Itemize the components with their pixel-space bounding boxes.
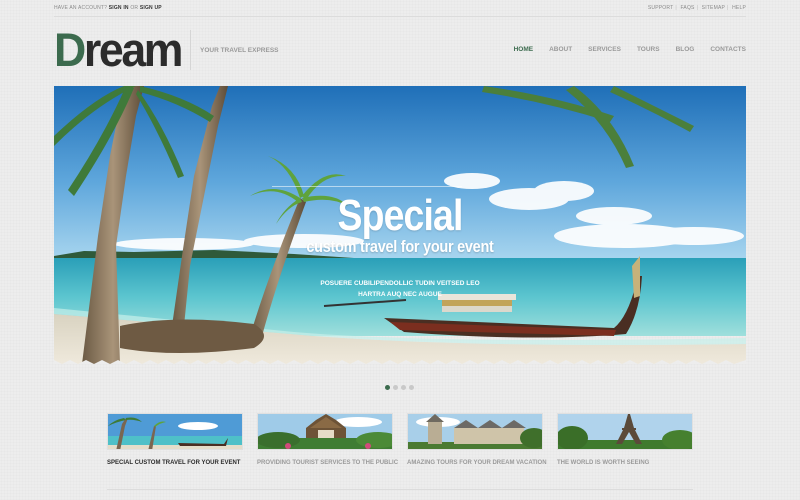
separator: | xyxy=(675,5,677,11)
site-tagline: Your Travel Express xyxy=(200,47,279,54)
nav-tours[interactable]: Tours xyxy=(637,46,660,53)
nav-services[interactable]: Services xyxy=(588,46,621,53)
hero-caption: Special custom travel for your event Pos… xyxy=(54,86,746,364)
sitemap-link[interactable]: Sitemap xyxy=(702,5,725,11)
thumbnail-card[interactable]: Amazing tours for your dream vacation xyxy=(407,413,547,466)
top-divider xyxy=(54,16,746,17)
sign-up-link[interactable]: Sign Up xyxy=(140,5,162,11)
nav-about[interactable]: About xyxy=(549,46,572,53)
thumbnail-card[interactable]: Special custom travel for your event xyxy=(107,413,243,466)
logo-rest: ream xyxy=(83,23,184,76)
slider-dot-1[interactable] xyxy=(385,385,390,390)
hero-slider[interactable]: Special custom travel for your event Pos… xyxy=(54,86,746,364)
support-link[interactable]: Support xyxy=(648,5,673,11)
nav-blog[interactable]: Blog xyxy=(676,46,695,53)
thumbnail-caption[interactable]: Amazing tours for your dream vacation xyxy=(407,460,547,466)
main-nav: Home About Services Tours Blog Contacts xyxy=(498,46,746,53)
account-prompt: Have an account? xyxy=(54,5,108,11)
beach-thumbnail-image[interactable] xyxy=(107,413,243,450)
faqs-link[interactable]: FAQs xyxy=(680,5,694,11)
separator: | xyxy=(696,5,699,11)
separator: | xyxy=(727,5,729,11)
slider-dot-3[interactable] xyxy=(401,385,406,390)
sign-in-link[interactable]: Sign In xyxy=(109,5,129,11)
slider-pagination xyxy=(385,385,414,390)
logo-divider xyxy=(190,30,191,70)
hero-title: Special xyxy=(337,191,463,240)
help-link[interactable]: Help xyxy=(732,5,746,11)
account-links: Have an account? Sign In or Sign Up xyxy=(54,5,162,11)
thumbnail-caption[interactable]: The world is worth seeing xyxy=(557,460,693,466)
thumbnail-caption[interactable]: Providing tourist services to the public xyxy=(257,460,398,466)
slider-dot-4[interactable] xyxy=(409,385,414,390)
temple-thumbnail-image[interactable] xyxy=(257,413,393,450)
thumbnail-caption[interactable]: Special custom travel for your event xyxy=(107,460,243,466)
top-bar: Have an account? Sign In or Sign Up Supp… xyxy=(54,5,746,15)
bottom-divider xyxy=(107,489,693,490)
hero-caption-line xyxy=(272,186,462,187)
or-text: or xyxy=(130,5,139,11)
nav-contacts[interactable]: Contacts xyxy=(710,46,746,53)
thumbnail-card[interactable]: The world is worth seeing xyxy=(557,413,693,466)
slider-dot-2[interactable] xyxy=(393,385,398,390)
hero-description: Posuere cubilipendollic tudin veitsed le… xyxy=(320,280,480,298)
eiffel-tower-thumbnail-image[interactable] xyxy=(557,413,693,450)
logo-initial: D xyxy=(54,23,86,76)
nav-home[interactable]: Home xyxy=(514,46,534,53)
site-logo[interactable]: Dream xyxy=(54,26,184,73)
hero-subtitle: custom travel for your event xyxy=(306,237,494,256)
thumbnail-card[interactable]: Providing tourist services to the public xyxy=(257,413,398,466)
castle-thumbnail-image[interactable] xyxy=(407,413,543,450)
utility-links: Support | FAQs | Sitemap | Help xyxy=(648,5,746,11)
